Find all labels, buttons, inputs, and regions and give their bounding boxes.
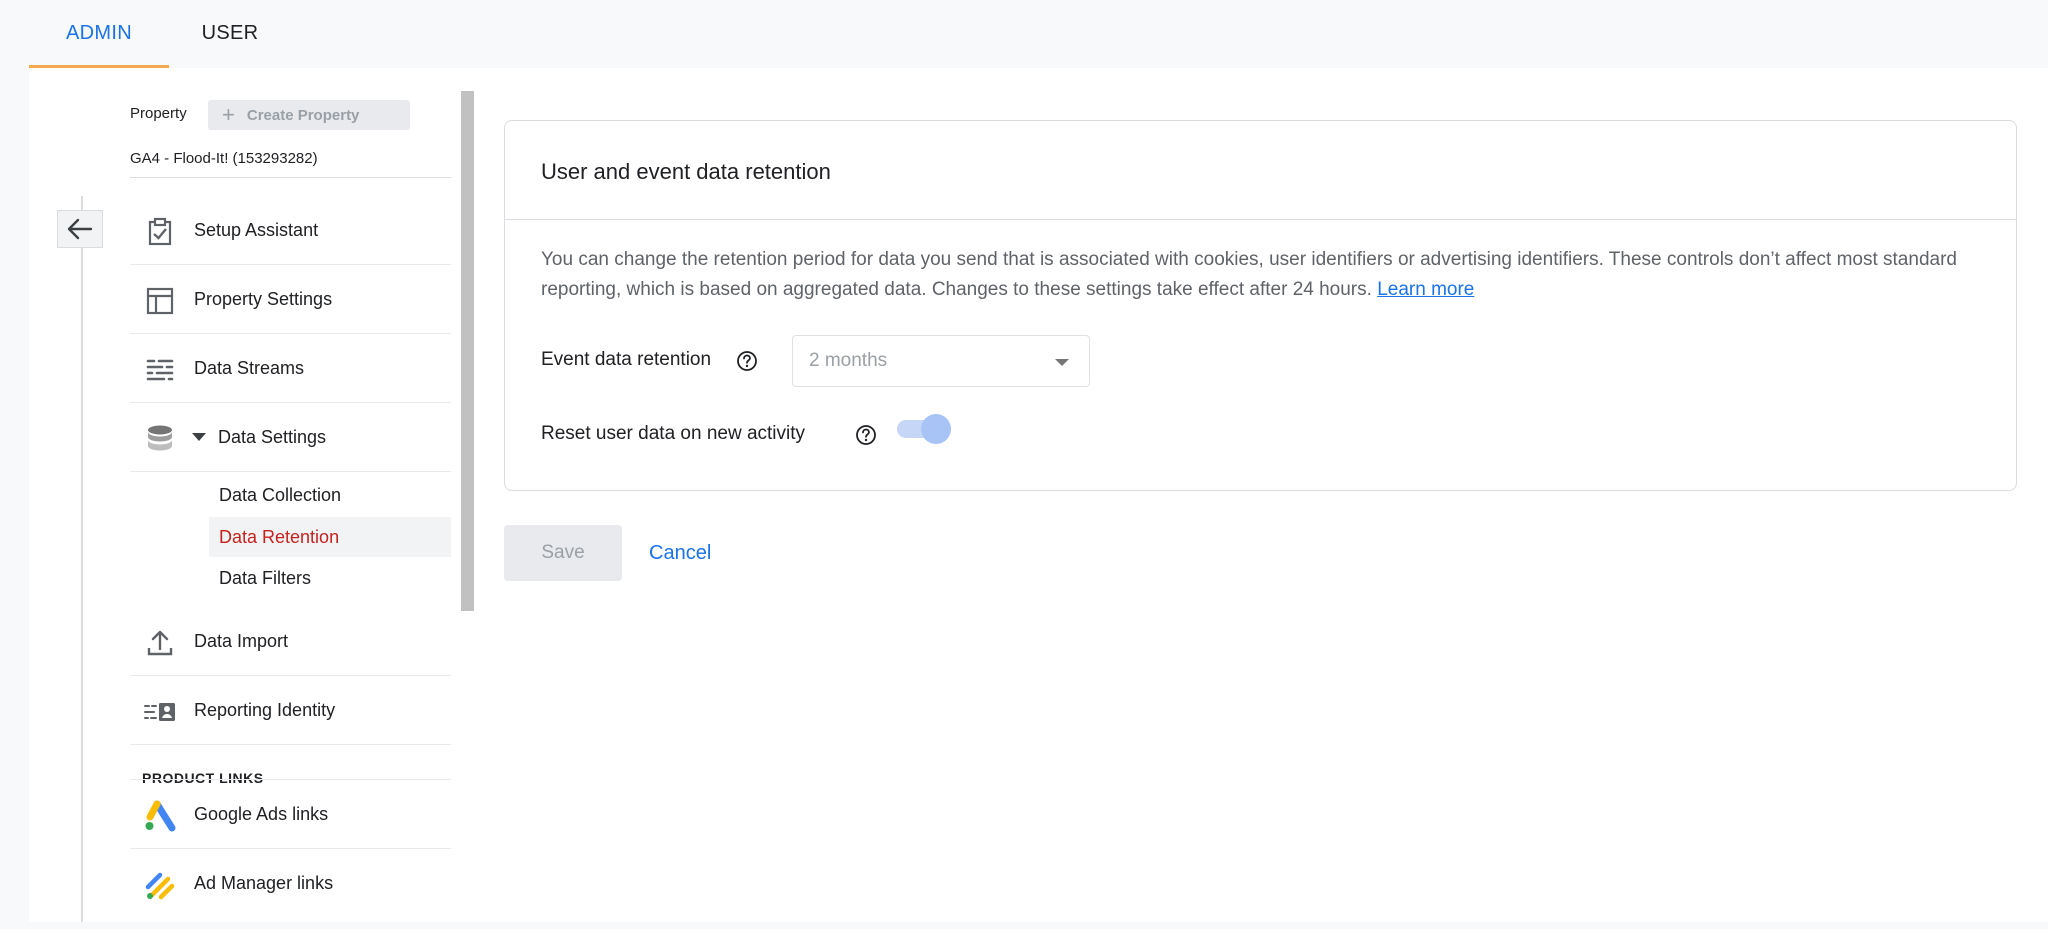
- tab-user[interactable]: USER: [190, 0, 270, 68]
- upload-icon: [147, 630, 173, 656]
- nav-item-label: Property Settings: [194, 289, 333, 309]
- nav-item-label: Data Settings: [218, 427, 327, 447]
- nav-item-data-import[interactable]: Data Import: [130, 607, 451, 676]
- database-icon: [148, 425, 172, 451]
- nav-item-google-ads-links[interactable]: Google Ads links: [130, 780, 451, 849]
- event-retention-select[interactable]: 2 months: [792, 335, 1090, 387]
- select-value: 2 months: [809, 350, 888, 371]
- top-tab-bar: ADMIN USER: [0, 0, 2048, 68]
- streams-icon: [146, 359, 174, 381]
- nav-item-label: Setup Assistant: [194, 220, 319, 240]
- help-icon[interactable]: [736, 350, 758, 372]
- property-label: Property: [130, 105, 187, 122]
- create-property-label: Create Property: [246, 106, 360, 124]
- arrow-back-icon: [67, 218, 93, 240]
- nav-item-label: Data Streams: [194, 358, 305, 378]
- help-icon[interactable]: [855, 424, 877, 446]
- chevron-down-icon[interactable]: [192, 433, 206, 441]
- nav-item-setup-assistant[interactable]: Setup Assistant: [130, 196, 451, 265]
- card-divider: [505, 219, 2016, 220]
- description-text: You can change the retention period for …: [541, 249, 1957, 300]
- sub-item-data-retention[interactable]: Data Retention: [209, 517, 451, 557]
- google-ads-icon: [145, 800, 176, 832]
- nav-item-label: Ad Manager links: [194, 873, 334, 893]
- cancel-button[interactable]: Cancel: [641, 525, 719, 581]
- event-retention-label: Event data retention: [541, 349, 712, 370]
- reset-user-data-toggle[interactable]: [897, 413, 951, 445]
- identity-icon: [144, 703, 175, 721]
- nav-item-data-settings[interactable]: Data Settings: [130, 403, 451, 472]
- nav-item-property-settings[interactable]: Property Settings: [130, 265, 451, 334]
- card-description: You can change the retention period for …: [541, 245, 1981, 305]
- admin-content: Property + Create Property GA4 - Flood-I…: [29, 68, 2048, 922]
- ad-manager-icon: [145, 872, 175, 900]
- reset-user-data-label: Reset user data on new activity: [541, 423, 806, 444]
- nav-item-label: Reporting Identity: [194, 700, 336, 720]
- dropdown-arrow-icon: [1055, 359, 1069, 366]
- learn-more-link[interactable]: Learn more: [1377, 279, 1474, 300]
- clipboard-check-icon: [148, 217, 172, 246]
- save-button[interactable]: Save: [504, 525, 622, 581]
- layout-icon: [146, 287, 174, 315]
- nav-item-label: Data Import: [194, 631, 289, 651]
- nav-column-line: [81, 196, 83, 922]
- toggle-knob: [921, 414, 951, 444]
- nav-item-reporting-identity[interactable]: Reporting Identity: [130, 676, 451, 745]
- nav-item-data-streams[interactable]: Data Streams: [130, 334, 451, 403]
- create-property-button[interactable]: + Create Property: [208, 100, 410, 130]
- nav-item-label: Google Ads links: [194, 804, 329, 824]
- sub-item-data-collection[interactable]: Data Collection: [209, 475, 451, 515]
- nav-scrollbar[interactable]: [461, 91, 474, 611]
- sub-item-data-filters[interactable]: Data Filters: [209, 558, 451, 598]
- nav-item-ad-manager-links[interactable]: Ad Manager links: [130, 849, 451, 918]
- property-divider: [130, 177, 451, 178]
- property-name: GA4 - Flood-It! (153293282): [130, 150, 318, 167]
- back-button[interactable]: [57, 210, 103, 248]
- card-title: User and event data retention: [541, 159, 831, 184]
- plus-icon: +: [222, 102, 235, 127]
- tab-admin[interactable]: ADMIN: [29, 0, 169, 68]
- data-retention-card: User and event data retention You can ch…: [504, 120, 2017, 491]
